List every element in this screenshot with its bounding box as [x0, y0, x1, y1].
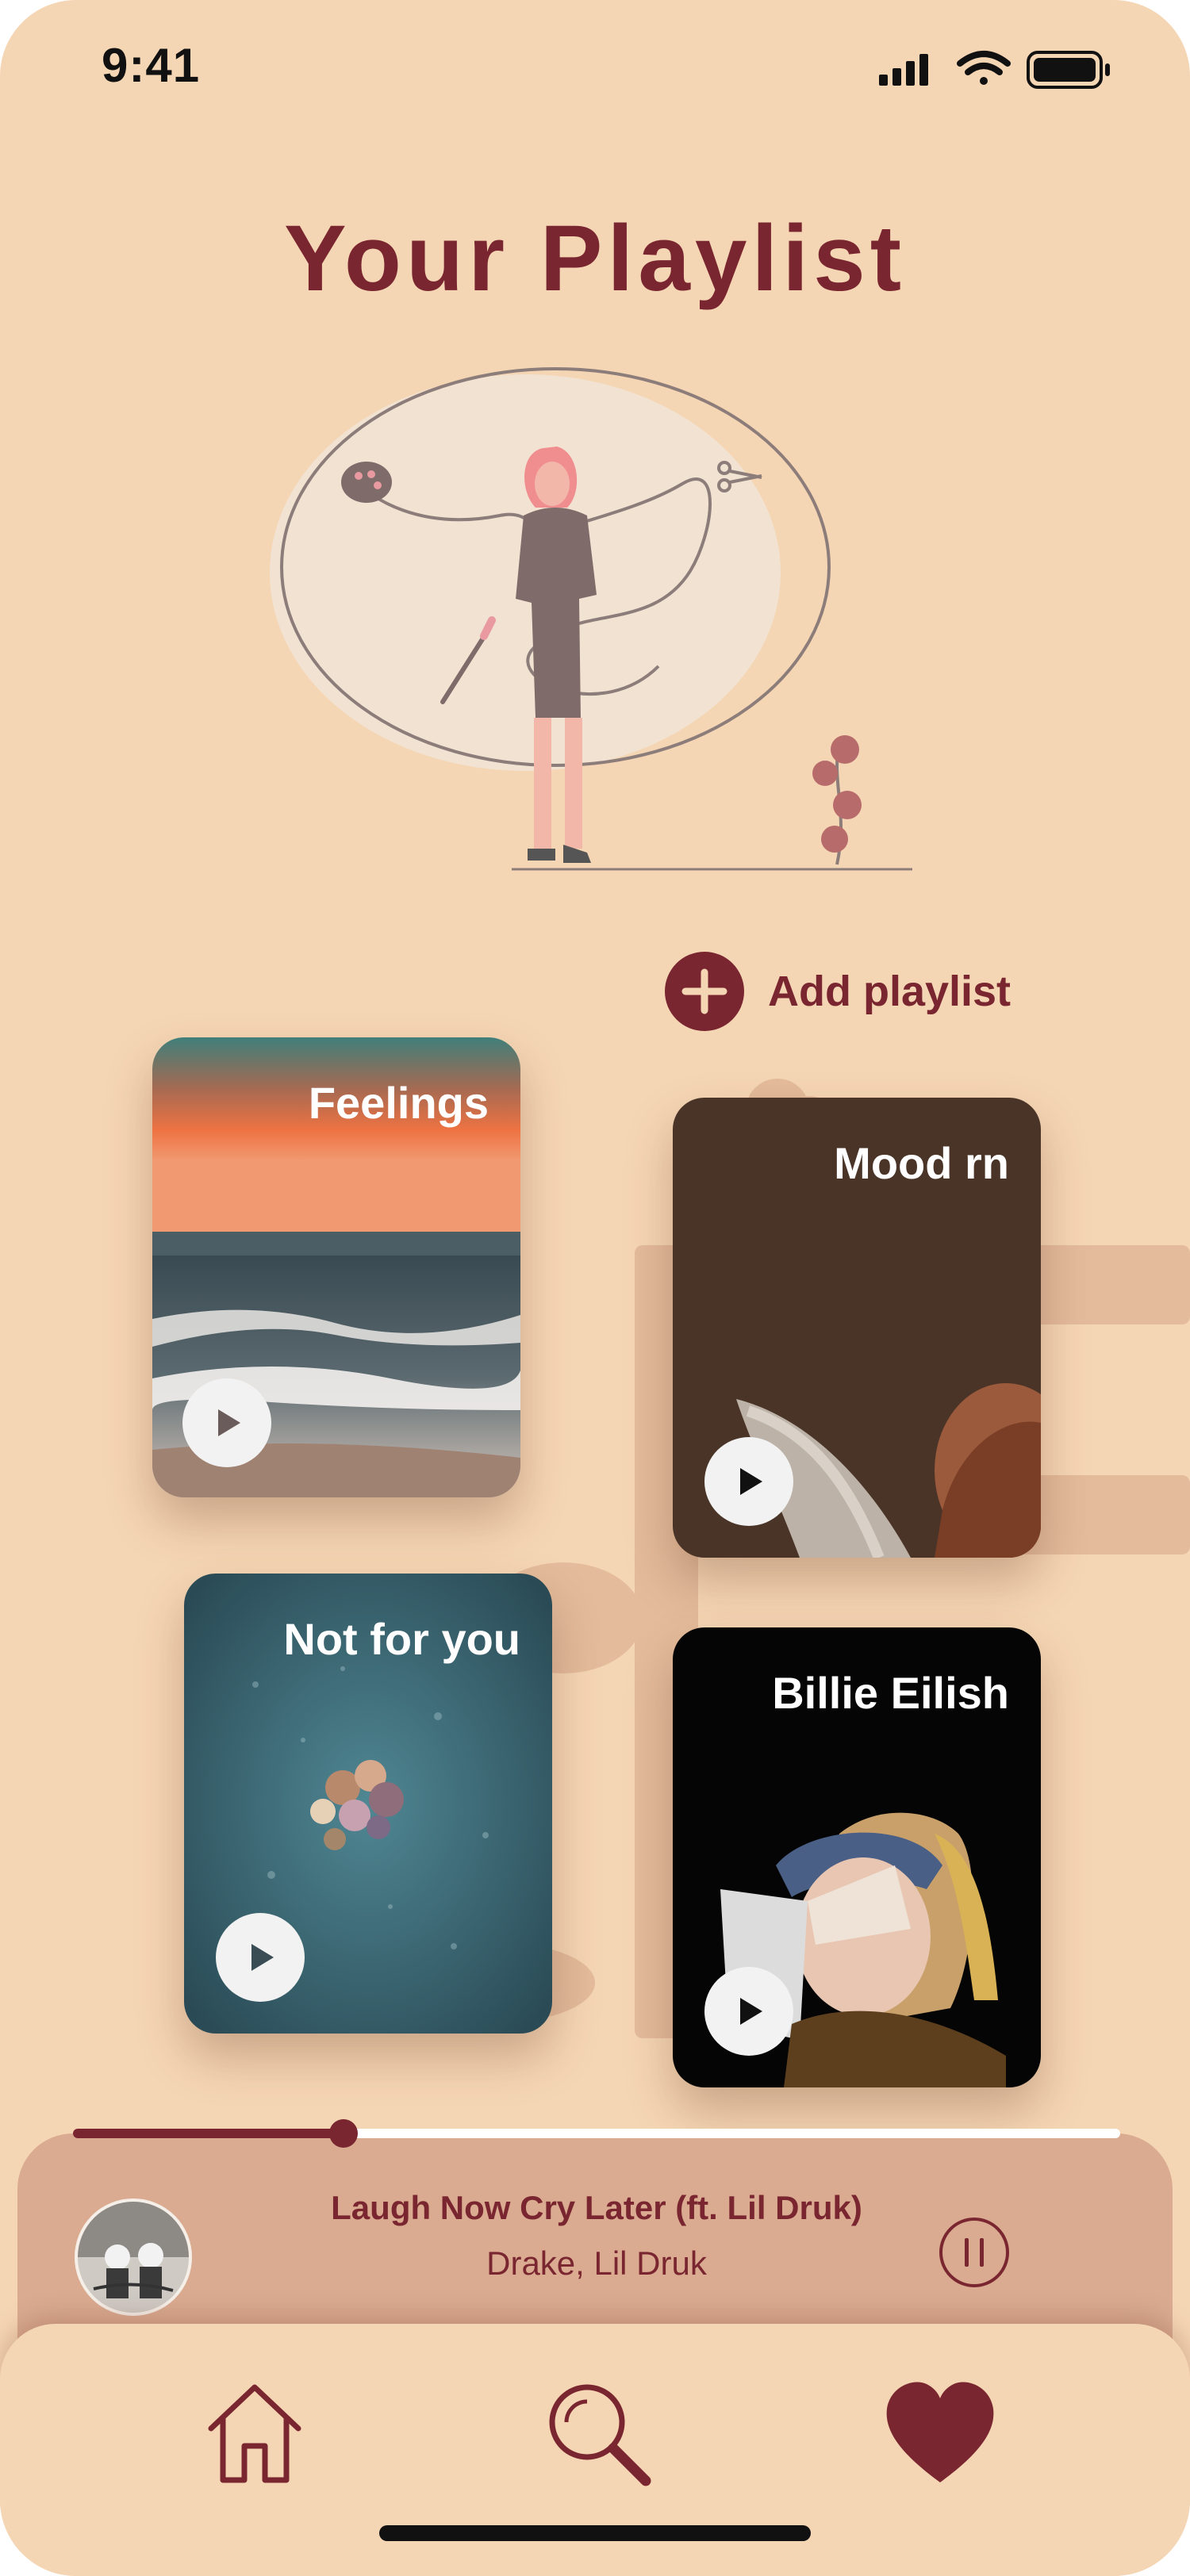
page-title: Your Playlist [283, 206, 907, 311]
album-cover-photo [78, 2202, 189, 2313]
progress-handle[interactable] [328, 2119, 358, 2148]
playlist-card-mood-rn[interactable]: Mood rn [673, 1098, 1041, 1558]
battery-icon [1027, 51, 1110, 89]
song-artist: Drake, Lil Druk [486, 2244, 707, 2282]
song-title: Laugh Now Cry Later (ft. Lil Druk) [331, 2189, 862, 2226]
playlist-card-not-for-you[interactable]: Not for you [184, 1574, 552, 2034]
play-icon [740, 1468, 762, 1495]
heart-icon[interactable] [881, 2373, 1000, 2492]
pause-icon [965, 2238, 984, 2267]
pause-button[interactable] [938, 2216, 1011, 2289]
play-icon [218, 1409, 240, 1436]
home-icon[interactable] [195, 2373, 314, 2492]
progress-fill [73, 2129, 344, 2138]
wifi-icon [957, 51, 1011, 85]
play-button[interactable] [216, 1913, 305, 2002]
playlist-card-billie-eilish[interactable]: Billie Eilish [673, 1627, 1041, 2087]
search-icon[interactable] [538, 2373, 657, 2492]
plus-icon [665, 952, 744, 1031]
play-button[interactable] [704, 1437, 793, 1526]
playlist-title: Not for you [283, 1614, 520, 1664]
home-indicator [379, 2525, 811, 2541]
status-bar: 9:41 [0, 0, 1190, 135]
add-playlist-label: Add playlist [768, 968, 1012, 1015]
flower-plant [812, 735, 862, 865]
bottom-navigation [0, 2324, 1190, 2576]
play-button[interactable] [704, 1967, 793, 2056]
playlist-card-feelings[interactable]: Feelings [152, 1037, 520, 1497]
status-icons [879, 51, 1110, 89]
playback-progress-slider[interactable] [73, 2118, 1120, 2149]
playlist-title: Billie Eilish [772, 1668, 1009, 1718]
playlist-title: Mood rn [834, 1138, 1009, 1188]
hero-illustration [270, 367, 912, 871]
palette-icon [341, 462, 392, 503]
add-playlist-button[interactable]: Add playlist [665, 952, 1011, 1031]
status-time: 9:41 [102, 39, 201, 92]
playlist-title: Feelings [308, 1078, 489, 1128]
play-icon [740, 1998, 762, 2025]
album-art[interactable] [75, 2198, 192, 2316]
app-screen: 9:41 Your Playlist Add playlist Feelings… [0, 0, 1190, 2576]
play-icon [251, 1944, 274, 1971]
play-button[interactable] [182, 1378, 271, 1467]
signal-icon [879, 54, 928, 86]
